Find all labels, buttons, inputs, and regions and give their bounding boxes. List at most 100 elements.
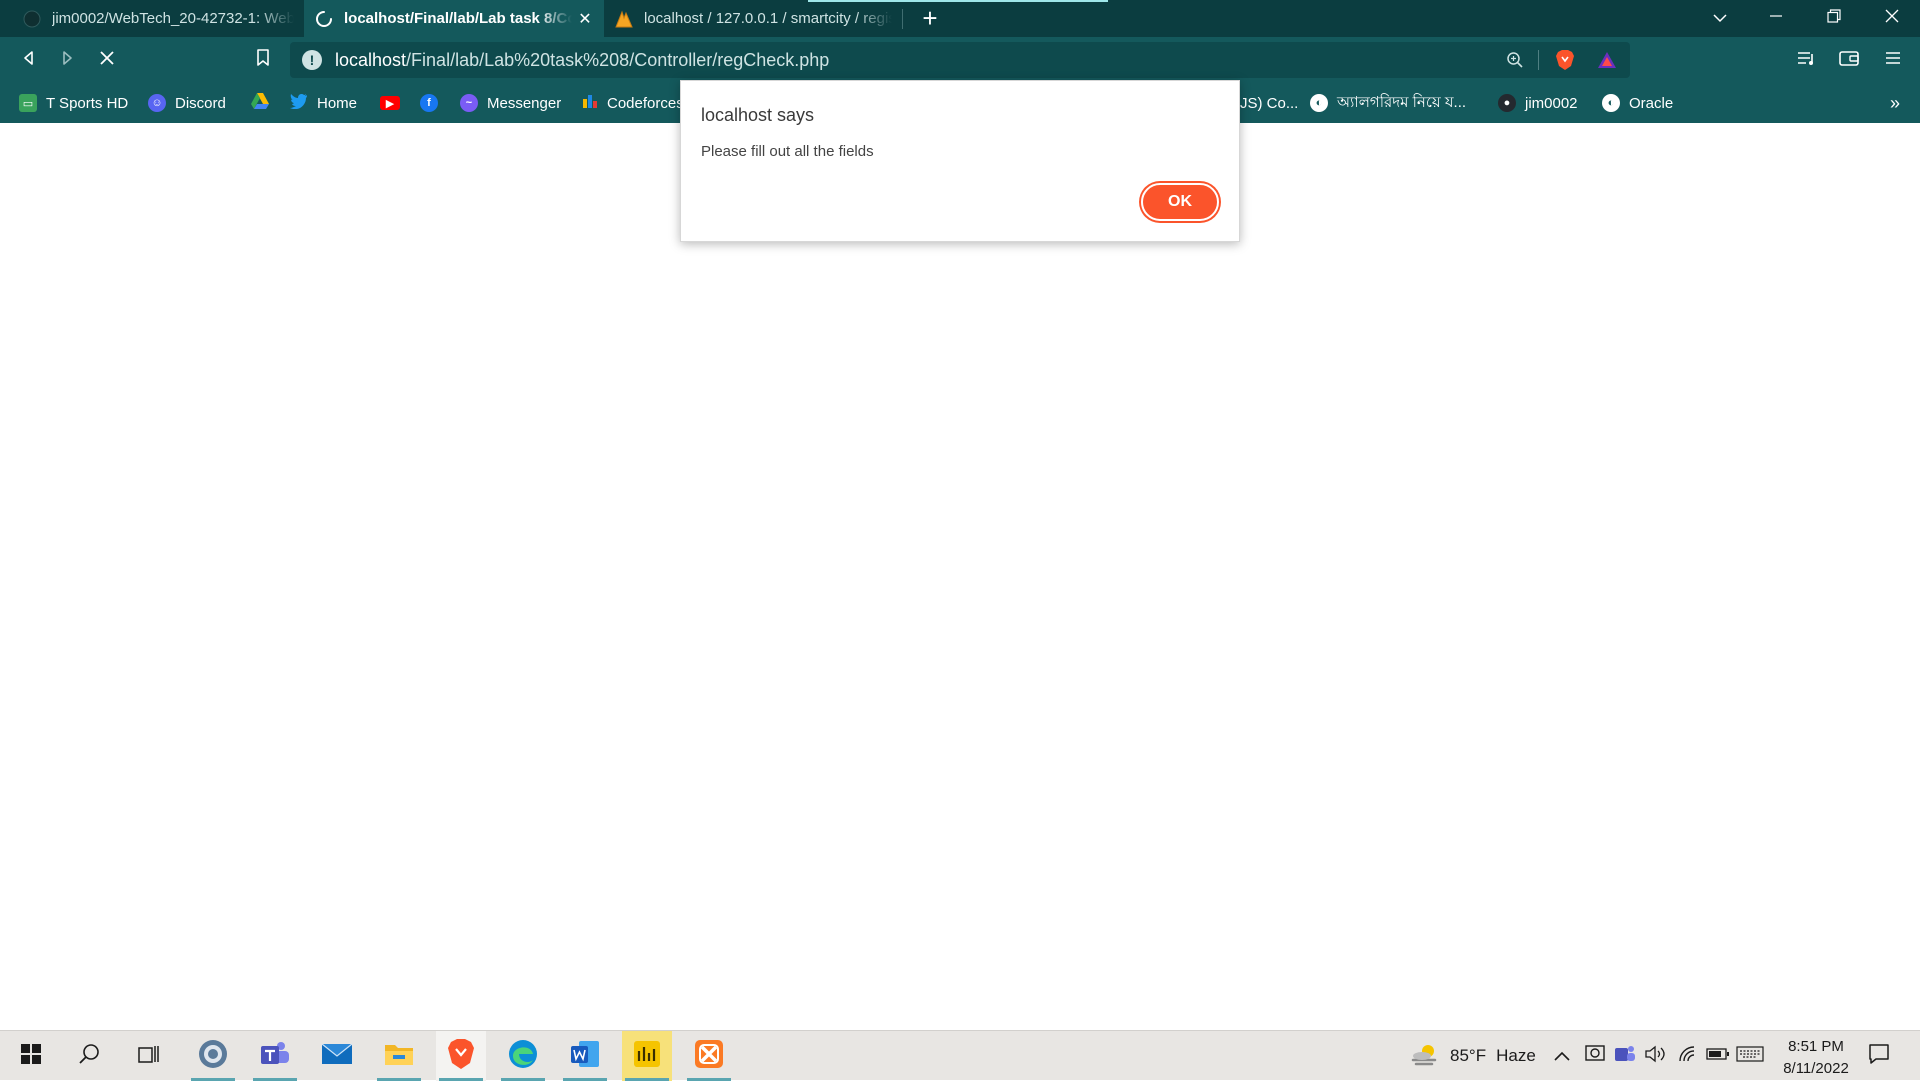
tray-icon-network-drive[interactable] (1584, 1031, 1606, 1081)
start-button[interactable] (6, 1031, 56, 1081)
taskbar-app-sticky[interactable] (622, 1031, 672, 1081)
codeforces-icon (582, 93, 598, 113)
site-info-icon[interactable]: ! (302, 50, 322, 70)
taskbar-app-xampp[interactable] (684, 1031, 734, 1081)
url-host: localhost (335, 49, 407, 70)
bookmark-google-drive[interactable] (250, 83, 270, 123)
weather-haze-icon (1410, 1042, 1438, 1071)
globe-icon: ◐ (1310, 94, 1328, 112)
tab-phpmyadmin[interactable]: localhost / 127.0.0.1 / smartcity / regi… (604, 0, 902, 37)
tray-wifi-button[interactable] (1678, 1031, 1698, 1081)
github-icon: ● (1498, 94, 1516, 112)
taskbar-app-brave[interactable] (436, 1031, 486, 1081)
teams-icon (259, 1040, 291, 1073)
bookmark-codeforces[interactable]: Codeforces (582, 83, 684, 123)
tab-regcheck[interactable]: localhost/Final/lab/Lab task 8/Controlle… (304, 0, 604, 37)
taskbar-app-mail[interactable] (312, 1031, 362, 1081)
tab-search-button[interactable] (1692, 0, 1748, 37)
windows-taskbar: 85°F Haze 8:51 PM 8/11/2022 (0, 1030, 1920, 1081)
ok-button[interactable]: OK (1141, 183, 1219, 221)
minimize-button[interactable] (1748, 0, 1804, 37)
bookmark-button[interactable] (246, 43, 280, 77)
page-content (0, 123, 1920, 1030)
bookmark-co[interactable]: JS) Co... (1240, 83, 1298, 123)
chevron-down-icon (1713, 10, 1727, 28)
back-button[interactable] (12, 43, 46, 77)
bookmark-label: Codeforces (607, 94, 684, 112)
bookmark-facebook[interactable]: f (420, 83, 447, 123)
notification-icon (1868, 1043, 1890, 1070)
google-drive-icon (250, 92, 270, 114)
tab-title: jim0002/WebTech_20-42732-1: Web Technolo… (52, 10, 294, 27)
taskbar-app-file-explorer[interactable] (374, 1031, 424, 1081)
tv-icon: ▭ (19, 94, 37, 112)
chrome-canary-icon (197, 1038, 229, 1075)
bookmark-algorithm[interactable]: ◐ অ্যালগরিদম নিয়ে য... (1310, 83, 1466, 123)
tab-divider (902, 9, 903, 29)
brave-shields-icon[interactable] (1552, 47, 1578, 73)
bookmark-twitter-home[interactable]: Home (290, 83, 357, 123)
new-tab-button[interactable]: + (915, 3, 945, 33)
tray-app-icon (1584, 1044, 1606, 1069)
menu-button[interactable] (1876, 43, 1910, 77)
bookmarks-overflow-button[interactable]: » (1890, 83, 1900, 123)
zoom-icon[interactable] (1502, 47, 1528, 73)
task-view-button[interactable] (124, 1031, 174, 1081)
loading-spinner-icon (314, 9, 334, 29)
tray-keyboard-button[interactable] (1736, 1031, 1764, 1081)
bookmark-youtube[interactable]: ▶ (380, 83, 409, 123)
clock-time: 8:51 PM (1788, 1038, 1844, 1055)
taskbar-app-edge[interactable] (498, 1031, 548, 1081)
hamburger-menu-icon (1885, 50, 1901, 71)
tray-volume-button[interactable] (1644, 1031, 1666, 1081)
sticky-app-icon (632, 1039, 662, 1074)
bookmark-messenger[interactable]: ~ Messenger (460, 83, 561, 123)
close-icon (1885, 9, 1899, 28)
show-hidden-icons-button[interactable] (1554, 1031, 1570, 1081)
bookmark-label: অ্যালগরিদম নিয়ে য... (1337, 93, 1467, 111)
youtube-icon: ▶ (380, 96, 400, 110)
forward-button[interactable] (50, 43, 84, 77)
weather-widget[interactable]: 85°F Haze (1410, 1031, 1536, 1081)
chevron-up-icon (1554, 1046, 1570, 1066)
tray-icon-teams[interactable] (1614, 1031, 1636, 1081)
bookmark-t-sports-hd[interactable]: ▭ T Sports HD (19, 83, 128, 123)
url-text[interactable]: localhost/Final/lab/Lab%20task%208/Contr… (335, 50, 829, 71)
discord-icon: ☺ (148, 94, 166, 112)
clock-date: 8/11/2022 (1783, 1060, 1849, 1077)
bookmark-jim0002[interactable]: ● jim0002 (1498, 83, 1578, 123)
address-bar-divider (1538, 50, 1539, 70)
taskbar-clock[interactable]: 8:51 PM 8/11/2022 (1768, 1036, 1864, 1080)
restore-button[interactable] (1806, 0, 1862, 37)
wallet-button[interactable] (1832, 43, 1866, 77)
messenger-icon: ~ (460, 94, 478, 112)
weather-temp: 85°F (1450, 1046, 1487, 1065)
twitter-icon (290, 93, 308, 113)
bookmark-label: Oracle (1629, 94, 1674, 112)
notification-center-button[interactable] (1868, 1031, 1890, 1081)
bookmark-oracle[interactable]: ◐ Oracle (1602, 83, 1673, 123)
bookmark-label: Messenger (487, 94, 562, 112)
search-button[interactable] (64, 1031, 114, 1081)
tab-strip: jim0002/WebTech_20-42732-1: Web Technolo… (0, 0, 1920, 37)
tab-github-repo[interactable]: jim0002/WebTech_20-42732-1: Web Technolo… (12, 0, 304, 37)
taskbar-app-word[interactable] (560, 1031, 610, 1081)
playlist-button[interactable] (1790, 43, 1824, 77)
address-bar[interactable]: ! localhost/Final/lab/Lab%20task%208/Con… (290, 42, 1630, 78)
brave-rewards-icon[interactable] (1594, 47, 1620, 73)
bookmark-icon (256, 48, 270, 72)
dialog-message: Please fill out all the fields (701, 143, 874, 160)
task-view-icon (138, 1044, 160, 1069)
tray-battery-button[interactable] (1706, 1031, 1730, 1081)
search-icon (78, 1043, 100, 1070)
taskbar-app-teams[interactable] (250, 1031, 300, 1081)
browser-toolbar: ! localhost/Final/lab/Lab%20task%208/Con… (0, 37, 1920, 83)
close-tab-icon[interactable]: ✕ (576, 9, 594, 29)
taskbar-app-chrome[interactable] (188, 1031, 238, 1081)
bookmark-label: Home (317, 94, 358, 112)
back-icon (21, 50, 37, 71)
bookmark-discord[interactable]: ☺ Discord (148, 83, 226, 123)
stop-loading-button[interactable] (90, 43, 124, 77)
brave-icon (447, 1038, 475, 1075)
close-window-button[interactable] (1864, 0, 1920, 37)
